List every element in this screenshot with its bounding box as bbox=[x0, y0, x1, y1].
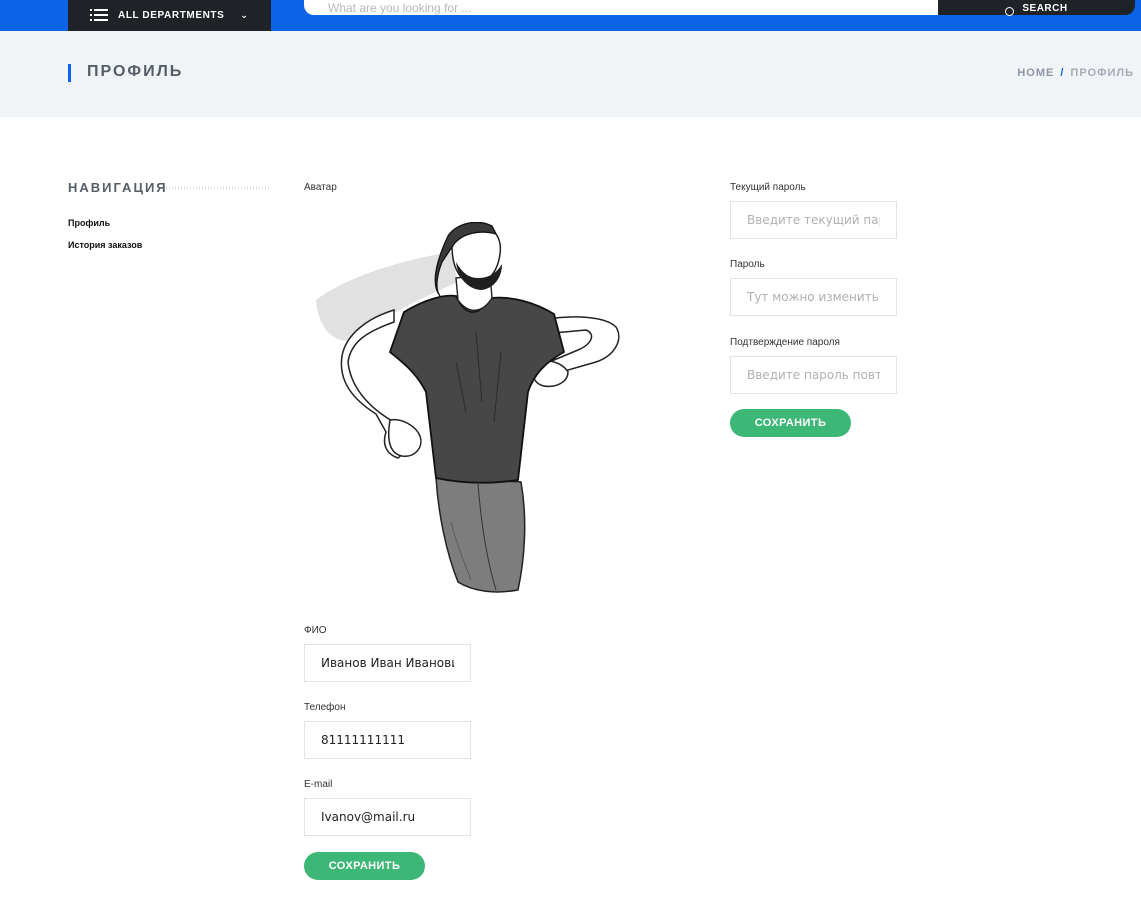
search-input[interactable] bbox=[304, 0, 938, 15]
breadcrumb: HOME / ПРОФИЛЬ bbox=[1017, 67, 1134, 79]
title-accent-bar bbox=[68, 64, 71, 82]
breadcrumb-separator: / bbox=[1060, 67, 1065, 79]
sidebar-item-profile[interactable]: Профиль bbox=[68, 218, 110, 228]
menu-icon bbox=[90, 8, 108, 21]
all-departments-label: ALL DEPARTMENTS bbox=[118, 10, 225, 21]
fio-field[interactable] bbox=[304, 644, 471, 682]
all-departments-button[interactable]: ALL DEPARTMENTS ⌄ bbox=[68, 0, 271, 31]
avatar-label: Аватар bbox=[304, 182, 337, 193]
phone-label: Телефон bbox=[304, 702, 346, 713]
breadcrumb-home-link[interactable]: HOME bbox=[1017, 67, 1054, 79]
email-field[interactable] bbox=[304, 798, 471, 836]
new-password-field[interactable] bbox=[730, 278, 897, 316]
sidebar-heading: НАВИГАЦИЯ bbox=[68, 180, 168, 195]
search-button-label: SEARCH bbox=[1022, 3, 1068, 14]
current-password-label: Текущий пароль bbox=[730, 182, 806, 193]
top-bar: ALL DEPARTMENTS ⌄ SEARCH bbox=[0, 0, 1141, 31]
save-profile-button[interactable]: СОХРАНИТЬ bbox=[304, 852, 425, 880]
chevron-down-icon: ⌄ bbox=[240, 10, 249, 20]
sidebar-heading-rule bbox=[166, 186, 271, 190]
confirm-password-field[interactable] bbox=[730, 356, 897, 394]
search-button[interactable]: SEARCH bbox=[938, 0, 1135, 16]
fio-label: ФИО bbox=[304, 625, 327, 636]
search-icon bbox=[1005, 7, 1015, 16]
breadcrumb-current: ПРОФИЛЬ bbox=[1070, 67, 1134, 79]
avatar-image[interactable] bbox=[306, 222, 632, 597]
page-title: ПРОФИЛЬ bbox=[87, 63, 184, 80]
confirm-password-label: Подтверждение пароля bbox=[730, 337, 840, 348]
phone-field[interactable] bbox=[304, 721, 471, 759]
sidebar-item-order-history[interactable]: История заказов bbox=[68, 240, 142, 250]
save-password-button[interactable]: СОХРАНИТЬ bbox=[730, 409, 851, 437]
email-label: E-mail bbox=[304, 779, 333, 790]
new-password-label: Пароль bbox=[730, 259, 765, 270]
current-password-field[interactable] bbox=[730, 201, 897, 239]
